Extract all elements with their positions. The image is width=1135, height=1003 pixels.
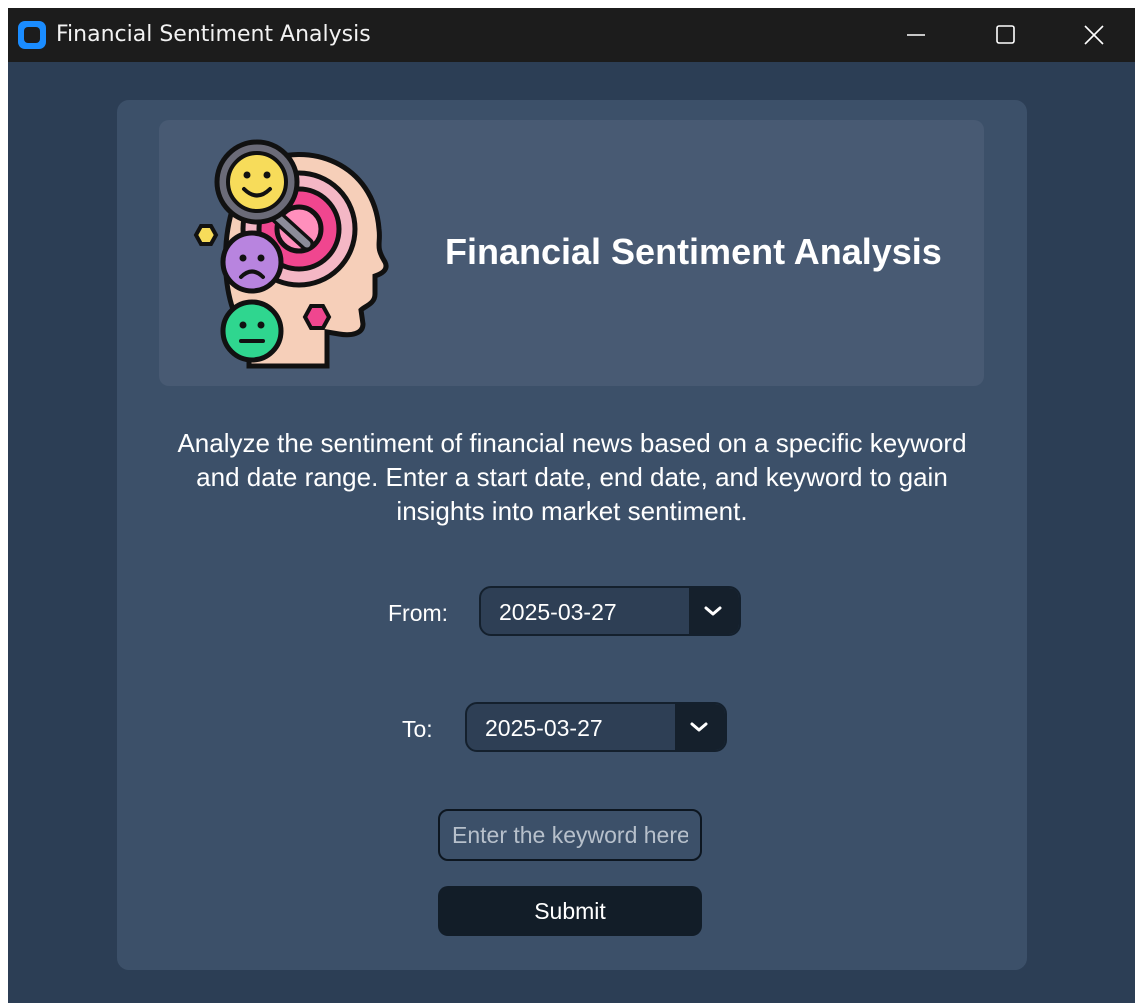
from-date-picker[interactable]: 2025-03-27 bbox=[479, 586, 741, 636]
header-banner: Financial Sentiment Analysis bbox=[159, 120, 984, 386]
maximize-button[interactable] bbox=[975, 8, 1035, 62]
title-bar[interactable]: Financial Sentiment Analysis bbox=[8, 8, 1135, 62]
page-title: Financial Sentiment Analysis bbox=[445, 231, 942, 272]
description-text: Analyze the sentiment of financial news … bbox=[177, 428, 967, 526]
maximize-icon bbox=[996, 25, 1015, 44]
main-card: Financial Sentiment Analysis Analyze the… bbox=[117, 100, 1027, 970]
minimize-icon bbox=[907, 34, 925, 36]
window-title: Financial Sentiment Analysis bbox=[56, 22, 371, 47]
submit-button[interactable]: Submit bbox=[438, 886, 702, 936]
to-date-value[interactable]: 2025-03-27 bbox=[485, 715, 603, 741]
chevron-down-icon bbox=[690, 722, 708, 732]
to-date-label: To: bbox=[402, 716, 433, 742]
close-icon bbox=[1084, 25, 1104, 45]
close-button[interactable] bbox=[1064, 8, 1124, 62]
from-date-value[interactable]: 2025-03-27 bbox=[499, 599, 617, 625]
to-date-dropdown-button[interactable] bbox=[675, 704, 725, 750]
minimize-button[interactable] bbox=[886, 8, 946, 62]
to-date-picker[interactable]: 2025-03-27 bbox=[465, 702, 727, 752]
app-window: Financial Sentiment Analysis Financial S… bbox=[8, 8, 1135, 1003]
chevron-down-icon bbox=[704, 606, 722, 616]
from-date-dropdown-button[interactable] bbox=[689, 588, 739, 634]
sentiment-head-illustration bbox=[193, 139, 389, 369]
app-logo-icon bbox=[18, 21, 46, 49]
keyword-input[interactable] bbox=[438, 809, 702, 861]
from-date-label: From: bbox=[388, 600, 449, 626]
